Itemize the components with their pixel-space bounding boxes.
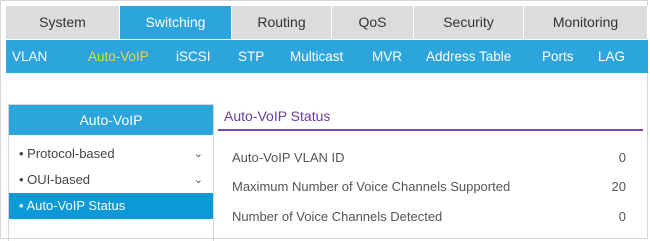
field-row-voice-channels-detected: Number of Voice Channels Detected 0 bbox=[232, 209, 642, 224]
content-tab-title[interactable]: Auto-VoIP Status bbox=[224, 108, 330, 124]
chevron-down-icon[interactable]: ⌄ bbox=[194, 141, 203, 167]
tab-routing[interactable]: Routing bbox=[232, 6, 332, 39]
sub-navigation: VLAN Auto-VoIP iSCSI STP Multicast MVR A… bbox=[6, 40, 648, 73]
sidebar-item-label: Protocol-based bbox=[27, 146, 115, 161]
field-label: Auto-VoIP VLAN ID bbox=[232, 150, 345, 165]
content-divider bbox=[218, 129, 643, 131]
subnav-iscsi[interactable]: iSCSI bbox=[176, 49, 211, 64]
chevron-down-icon[interactable]: ⌄ bbox=[194, 167, 203, 193]
bullet-icon: • bbox=[19, 172, 28, 187]
tab-qos[interactable]: QoS bbox=[332, 6, 414, 39]
tab-monitoring[interactable]: Monitoring bbox=[524, 6, 648, 39]
sidebar-item-protocol-based[interactable]: • Protocol-based ⌄ bbox=[9, 141, 213, 167]
field-row-max-voice-channels: Maximum Number of Voice Channels Support… bbox=[232, 179, 642, 194]
tab-switching[interactable]: Switching bbox=[120, 6, 232, 39]
sidebar: Auto-VoIP • Protocol-based ⌄ • OUI-based… bbox=[8, 104, 214, 241]
subnav-mvr[interactable]: MVR bbox=[372, 49, 402, 64]
subnav-address-table[interactable]: Address Table bbox=[426, 49, 511, 64]
field-label: Maximum Number of Voice Channels Support… bbox=[232, 179, 511, 194]
field-label: Number of Voice Channels Detected bbox=[232, 209, 443, 224]
sidebar-item-label: Auto-VoIP Status bbox=[26, 198, 126, 213]
subnav-ports[interactable]: Ports bbox=[542, 49, 574, 64]
subnav-stp[interactable]: STP bbox=[238, 49, 264, 64]
subnav-auto-voip[interactable]: Auto-VoIP bbox=[88, 49, 149, 64]
subnav-vlan[interactable]: VLAN bbox=[12, 49, 47, 64]
sidebar-item-auto-voip-status[interactable]: • Auto-VoIP Status bbox=[9, 193, 213, 219]
tab-security[interactable]: Security bbox=[414, 6, 524, 39]
field-value: 0 bbox=[618, 209, 626, 224]
tab-system[interactable]: System bbox=[6, 6, 120, 39]
subnav-lag[interactable]: LAG bbox=[598, 49, 625, 64]
sidebar-title: Auto-VoIP bbox=[9, 105, 213, 135]
bullet-icon: • bbox=[19, 146, 28, 161]
field-value: 0 bbox=[618, 150, 626, 165]
subnav-multicast[interactable]: Multicast bbox=[290, 49, 343, 64]
sidebar-item-label: OUI-based bbox=[27, 172, 91, 187]
sidebar-item-oui-based[interactable]: • OUI-based ⌄ bbox=[9, 167, 213, 193]
top-navigation: System Switching Routing QoS Security Mo… bbox=[6, 6, 648, 39]
field-row-vlan-id: Auto-VoIP VLAN ID 0 bbox=[232, 150, 642, 165]
field-value: 20 bbox=[611, 179, 626, 194]
